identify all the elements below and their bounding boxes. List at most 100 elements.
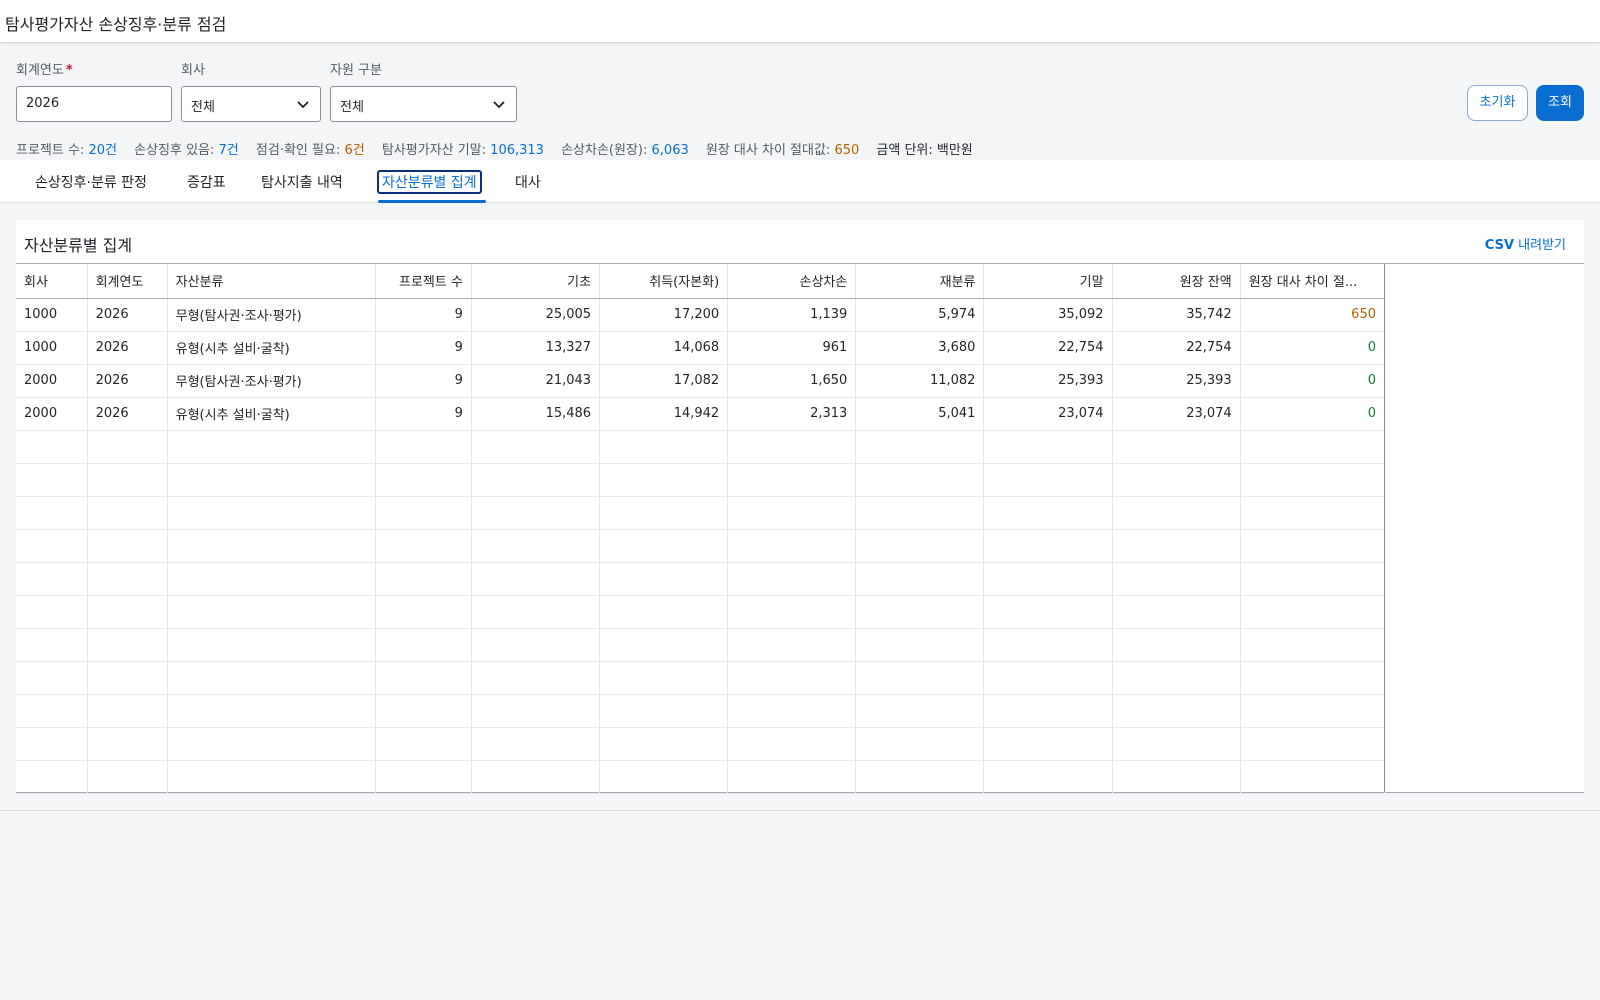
tab-reconciliation[interactable]: 대사: [515, 172, 541, 192]
asset-class-table: 회사 회계연도 자산분류 프로젝트 수 기초 취득(자본화) 손상차손 재분류 …: [16, 264, 1386, 794]
empty-cell: [1240, 661, 1386, 695]
tab-exploration-spend[interactable]: 탐사지출 내역: [261, 172, 343, 192]
table-cell: 9: [375, 298, 472, 332]
table-cell: 1000: [16, 331, 88, 365]
table-cell: 11,082: [855, 364, 985, 398]
empty-table-row: [16, 694, 1386, 728]
csv-download-button[interactable]: CSV 내려받기: [1485, 234, 1566, 253]
empty-cell: [1112, 529, 1241, 563]
empty-cell: [87, 694, 168, 728]
empty-cell: [1240, 529, 1386, 563]
empty-cell: [87, 562, 168, 596]
table-cell: 25,393: [1112, 364, 1241, 398]
empty-cell: [16, 562, 88, 596]
empty-cell: [375, 463, 472, 497]
table-cell: 2026: [87, 298, 168, 332]
empty-cell: [983, 430, 1113, 464]
empty-cell: [16, 463, 88, 497]
table-row[interactable]: 1000 2026 무형(탐사권·조사·평가) 9 25,005 17,200 1,139 5…: [16, 298, 1386, 332]
empty-cell: [471, 694, 601, 728]
empty-cell: [855, 463, 985, 497]
empty-cell: [375, 529, 472, 563]
table-cell: 5,041: [855, 397, 985, 431]
empty-cell: [983, 595, 1113, 629]
empty-cell: [983, 694, 1113, 728]
panel-title: 자산분류별 집계: [24, 236, 133, 255]
table-row[interactable]: 1000 2026 유형(시추 설비·굴착) 9 13,327 14,068 961 3,68…: [16, 331, 1386, 365]
table-row[interactable]: 2000 2026 무형(탐사권·조사·평가) 9 21,043 17,082 1,650 1…: [16, 364, 1386, 398]
empty-cell: [471, 595, 601, 629]
table-cell: 0: [1240, 331, 1386, 365]
empty-cell: [599, 727, 729, 761]
empty-cell: [1240, 727, 1386, 761]
column-header-reclassification[interactable]: 재분류: [855, 264, 985, 299]
empty-cell: [855, 562, 985, 596]
column-header-company[interactable]: 회사: [16, 264, 88, 299]
empty-table-row: [16, 562, 1386, 596]
empty-cell: [727, 430, 857, 464]
summary-impairment-loss: 손상차손(원장): 6,063: [561, 143, 689, 158]
empty-cell: [1240, 595, 1386, 629]
empty-cell: [1112, 760, 1241, 794]
empty-cell: [727, 760, 857, 794]
summary-panel: 자산분류별 집계 CSV 내려받기 회사 회계연도 자산분류 프로젝트 수 기초…: [16, 220, 1584, 794]
empty-cell: [599, 760, 729, 794]
empty-cell: [87, 760, 168, 794]
table-cell: 14,942: [599, 397, 729, 431]
empty-cell: [375, 661, 472, 695]
table-cell: 5,974: [855, 298, 985, 332]
empty-cell: [16, 430, 88, 464]
column-header-project-count[interactable]: 프로젝트 수: [375, 264, 472, 299]
empty-cell: [16, 760, 88, 794]
tab-impairment-classification[interactable]: 손상징후·분류 판정: [35, 172, 147, 192]
column-header-ending[interactable]: 기말: [983, 264, 1113, 299]
empty-cell: [87, 496, 168, 530]
empty-cell: [855, 496, 985, 530]
empty-cell: [1112, 562, 1241, 596]
reset-button[interactable]: 초기화: [1467, 85, 1528, 121]
tab-change-table[interactable]: 증감표: [187, 172, 226, 192]
fiscal-year-label: 회계연도 *: [16, 63, 73, 78]
column-header-opening[interactable]: 기초: [471, 264, 601, 299]
empty-cell: [16, 694, 88, 728]
column-header-ledger-balance[interactable]: 원장 잔액: [1112, 264, 1241, 299]
empty-table-row: [16, 760, 1386, 794]
empty-cell: [1112, 628, 1241, 662]
empty-cell: [471, 628, 601, 662]
empty-cell: [983, 496, 1113, 530]
empty-cell: [167, 595, 376, 629]
empty-cell: [727, 727, 857, 761]
empty-cell: [16, 727, 88, 761]
empty-table-row: [16, 661, 1386, 695]
resource-type-select[interactable]: 전체: [330, 86, 517, 122]
column-header-acquisition[interactable]: 취득(자본화): [599, 264, 729, 299]
fiscal-year-input[interactable]: 2026: [16, 86, 172, 122]
column-header-impairment[interactable]: 손상차손: [727, 264, 857, 299]
table-cell: 0: [1240, 397, 1386, 431]
search-button[interactable]: 조회: [1536, 85, 1584, 121]
table-cell: 유형(시추 설비·굴착): [167, 397, 376, 431]
empty-cell: [87, 430, 168, 464]
column-header-asset-class[interactable]: 자산분류: [167, 264, 376, 299]
empty-cell: [167, 430, 376, 464]
empty-cell: [1112, 595, 1241, 629]
empty-table-row: [16, 628, 1386, 662]
column-header-ledger-diff[interactable]: 원장 대사 차이 절...: [1240, 264, 1386, 299]
empty-cell: [167, 529, 376, 563]
empty-table-row: [16, 727, 1386, 761]
empty-cell: [375, 430, 472, 464]
grid-edge-divider: [1384, 264, 1385, 792]
table-cell: 23,074: [983, 397, 1113, 431]
table-cell: 2026: [87, 397, 168, 431]
tab-asset-class-summary[interactable]: 자산분류별 집계: [377, 170, 482, 194]
table-row[interactable]: 2000 2026 유형(시추 설비·굴착) 9 15,486 14,942 2,313 5,…: [16, 397, 1386, 431]
summary-unit: 금액 단위: 백만원: [876, 143, 973, 158]
table-cell: 3,680: [855, 331, 985, 365]
summary-projects: 프로젝트 수: 20건: [16, 143, 117, 158]
empty-cell: [375, 727, 472, 761]
company-select[interactable]: 전체: [181, 86, 321, 122]
empty-cell: [1112, 694, 1241, 728]
column-header-fiscal-year[interactable]: 회계연도: [87, 264, 168, 299]
table-cell: 25,005: [471, 298, 601, 332]
empty-cell: [983, 628, 1113, 662]
